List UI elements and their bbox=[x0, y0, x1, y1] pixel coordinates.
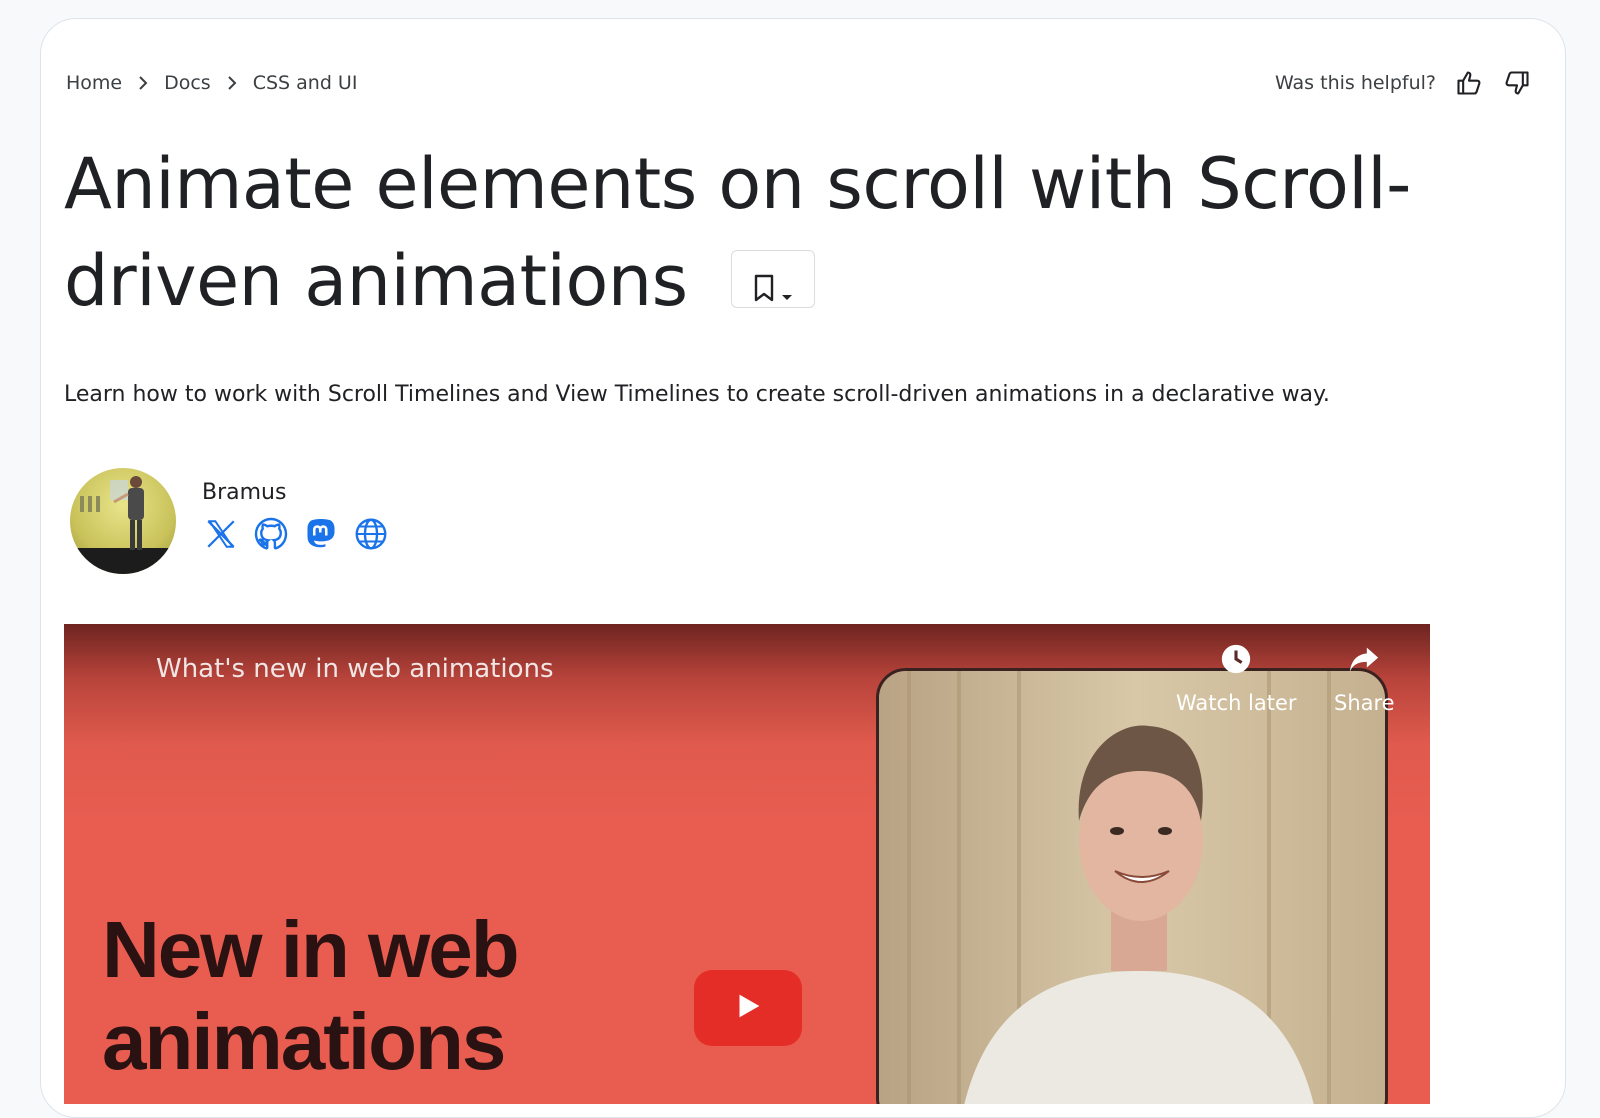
video-title[interactable]: What's new in web animations bbox=[156, 654, 554, 684]
author-name[interactable]: Bramus bbox=[202, 480, 390, 505]
chevron-right-icon bbox=[211, 75, 253, 91]
breadcrumb: Home Docs CSS and UI bbox=[66, 72, 357, 94]
x-icon[interactable] bbox=[202, 515, 240, 553]
video-overlay-text: New in web animations bbox=[102, 905, 520, 1086]
watch-later-label: Watch later bbox=[1176, 691, 1297, 715]
article-description: Learn how to work with Scroll Timelines … bbox=[64, 382, 1330, 407]
mastodon-icon[interactable] bbox=[302, 515, 340, 553]
share-arrow-icon bbox=[1347, 642, 1381, 681]
bookmark-icon bbox=[753, 230, 775, 327]
clock-icon bbox=[1219, 642, 1253, 681]
video-embed[interactable]: What's new in web animations Watch later… bbox=[64, 624, 1430, 1104]
presenter-thumbnail bbox=[876, 668, 1388, 1104]
page-title: Animate elements on scroll with Scroll-d… bbox=[64, 136, 1444, 330]
github-icon[interactable] bbox=[252, 515, 290, 553]
play-button[interactable] bbox=[694, 970, 802, 1046]
chevron-right-icon bbox=[122, 75, 164, 91]
avatar[interactable] bbox=[70, 468, 176, 574]
feedback-widget: Was this helpful? bbox=[1275, 68, 1532, 98]
watch-later-button[interactable]: Watch later bbox=[1176, 642, 1297, 715]
breadcrumb-home[interactable]: Home bbox=[66, 72, 122, 94]
play-icon bbox=[731, 989, 765, 1027]
bookmark-button[interactable] bbox=[731, 249, 816, 308]
share-label: Share bbox=[1334, 691, 1395, 715]
thumbs-up-icon[interactable] bbox=[1454, 68, 1484, 98]
thumbs-down-icon[interactable] bbox=[1502, 68, 1532, 98]
dropdown-arrow-icon bbox=[781, 230, 793, 327]
globe-icon[interactable] bbox=[352, 515, 390, 553]
share-button[interactable]: Share bbox=[1334, 642, 1395, 715]
breadcrumb-docs[interactable]: Docs bbox=[164, 72, 211, 94]
author-block: Bramus bbox=[70, 468, 390, 574]
author-social-links bbox=[202, 515, 390, 553]
breadcrumb-css-and-ui[interactable]: CSS and UI bbox=[253, 72, 358, 94]
feedback-question: Was this helpful? bbox=[1274, 72, 1436, 94]
